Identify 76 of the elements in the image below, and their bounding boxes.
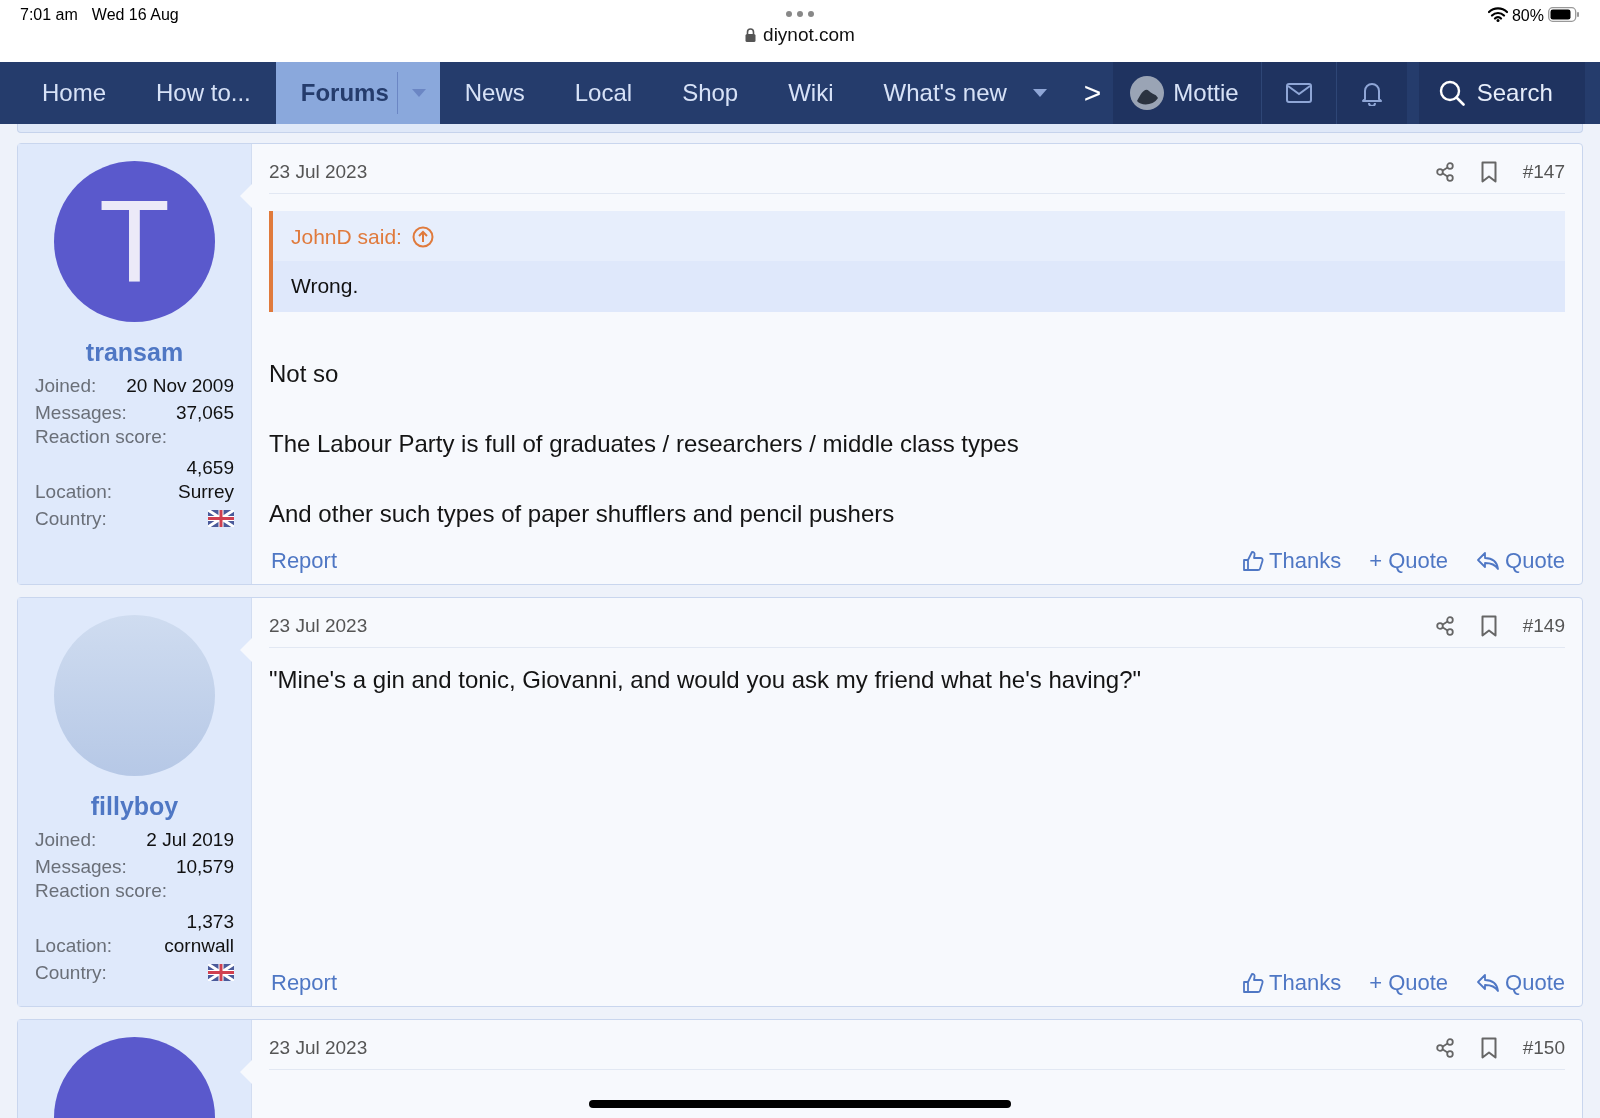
stat-value: 20 Nov 2009: [126, 375, 234, 398]
status-time: 7:01 am: [20, 6, 78, 25]
more-dots-icon[interactable]: [785, 10, 815, 18]
share-icon[interactable]: [1434, 162, 1455, 182]
nav-tab[interactable]: Shop: [657, 62, 764, 124]
username-link[interactable]: transam: [85, 338, 184, 367]
report-link[interactable]: Report: [269, 970, 338, 996]
search-button[interactable]: Search: [1418, 62, 1585, 124]
stat-label: Joined:: [35, 375, 97, 398]
stat-label: Messages:: [35, 401, 127, 424]
status-date: Wed 16 Aug: [91, 6, 179, 25]
stat-label: Messages:: [35, 855, 127, 878]
post-text: Not so: [269, 360, 340, 388]
caret-icon[interactable]: [1032, 89, 1047, 97]
bookmark-icon[interactable]: [1480, 1037, 1497, 1059]
post-text: "Mine's a gin and tonic, Giovanni, and would you ask my friend what he's having?": [269, 666, 1143, 694]
share-icon[interactable]: [1434, 1038, 1455, 1058]
nav-tab[interactable]: Wiki: [763, 62, 859, 124]
stat-label: Location:: [35, 935, 113, 958]
stat-value: Surrey: [178, 481, 234, 504]
report-link[interactable]: Report: [269, 548, 338, 574]
post-date[interactable]: 23 Jul 2023: [269, 1037, 368, 1059]
more-tabs-button[interactable]: >: [1071, 62, 1114, 124]
nav-tab[interactable]: Home: [17, 62, 132, 124]
reply-arrow-icon: [1476, 973, 1501, 993]
stat-label: Country:: [35, 961, 107, 984]
avatar-icon: [1129, 75, 1166, 111]
nav-tab[interactable]: Forums: [275, 62, 440, 124]
share-icon[interactable]: [1434, 616, 1455, 636]
wifi-icon: [1487, 7, 1508, 22]
stat-label: Country:: [35, 507, 107, 530]
bell-icon: [1360, 80, 1383, 106]
envelope-icon: [1285, 83, 1312, 103]
thanks-link[interactable]: Thanks: [1240, 970, 1342, 996]
post-text: And other such types of paper shufflers and pencil pushers: [269, 500, 896, 528]
nav-tab[interactable]: How to...: [131, 62, 276, 124]
arrow-up-circle-icon[interactable]: [411, 226, 434, 248]
battery-percent: 80%: [1511, 7, 1544, 25]
nav-tab[interactable]: News: [439, 62, 550, 124]
nav-tab[interactable]: What's new: [858, 62, 1072, 124]
quote-text: Wrong.: [273, 261, 1565, 312]
multi-quote-link[interactable]: + Quote: [1367, 548, 1449, 574]
post-date[interactable]: 23 Jul 2023: [269, 615, 368, 637]
thumbs-up-icon: [1242, 550, 1264, 572]
multi-quote-link[interactable]: + Quote: [1367, 970, 1449, 996]
url-text[interactable]: diynot.com: [763, 24, 855, 46]
stat-value: 1,373: [185, 911, 234, 933]
stat-label: Joined:: [35, 829, 97, 852]
bookmark-icon[interactable]: [1480, 161, 1497, 183]
bookmark-icon[interactable]: [1480, 615, 1497, 637]
stat-label: Reaction score:: [35, 426, 168, 448]
reply-quote-link[interactable]: Quote: [1474, 970, 1565, 996]
nav-tab[interactable]: Local: [549, 62, 658, 124]
stat-value: 37,065: [175, 401, 234, 424]
post-number[interactable]: #149: [1522, 615, 1565, 637]
post-date[interactable]: 23 Jul 2023: [269, 161, 368, 183]
reply-arrow-icon: [1476, 551, 1501, 571]
post-number[interactable]: #150: [1522, 1037, 1565, 1059]
stat-value: 4,659: [185, 457, 234, 479]
post-text: The Labour Party is full of graduates / researchers / middle class types: [269, 430, 1020, 458]
post-number[interactable]: #147: [1522, 161, 1565, 183]
flag-icon: [208, 510, 234, 528]
flag-icon: [208, 964, 234, 982]
username-link[interactable]: fillyboy: [90, 792, 179, 821]
search-icon: [1438, 80, 1465, 106]
thanks-link[interactable]: Thanks: [1240, 548, 1342, 574]
reply-quote-link[interactable]: Quote: [1474, 548, 1565, 574]
stat-value: 10,579: [175, 855, 234, 878]
stat-value: 2 Jul 2019: [146, 829, 234, 852]
stat-value: cornwall: [164, 935, 234, 958]
thumbs-up-icon: [1242, 972, 1264, 994]
stat-label: Location:: [35, 481, 113, 504]
user-avatar[interactable]: T: [54, 161, 215, 322]
lock-icon: [745, 28, 757, 42]
battery-icon: [1548, 7, 1580, 22]
stat-label: Reaction score:: [35, 880, 168, 902]
